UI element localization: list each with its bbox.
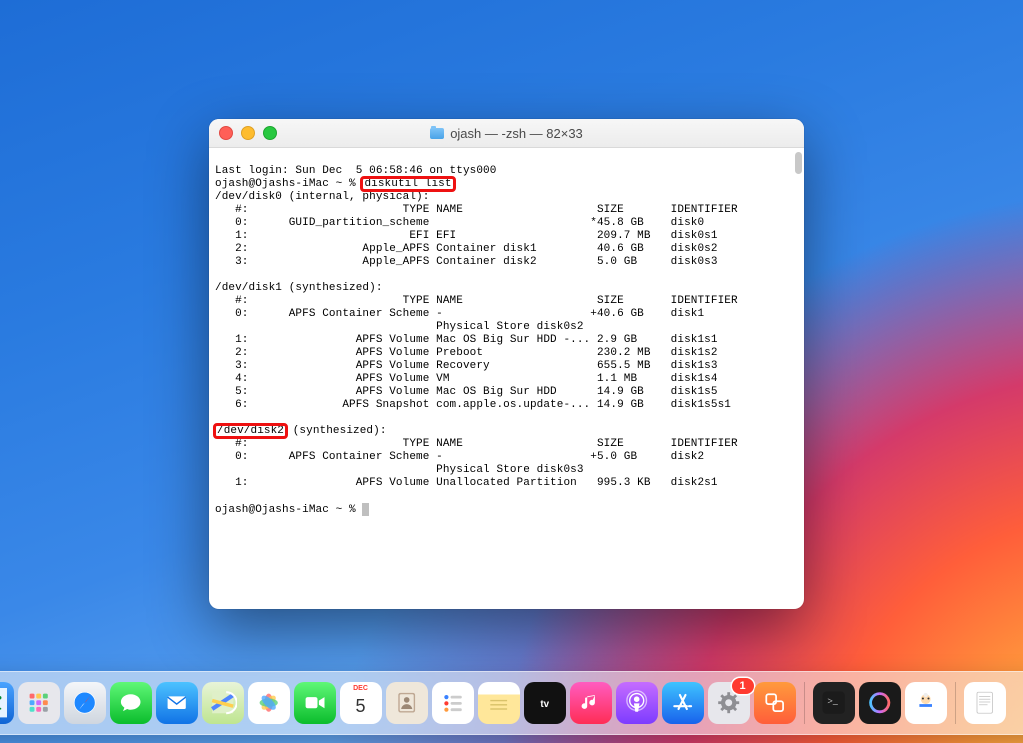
window-title-text: ojash — -zsh — 82×33 [450, 126, 583, 141]
terminal-body[interactable]: Last login: Sun Dec 5 06:58:46 on ttys00… [209, 148, 804, 609]
scrollbar-thumb[interactable] [795, 152, 802, 174]
dock-messages[interactable] [110, 682, 152, 724]
dock-music[interactable] [570, 682, 612, 724]
desktop: ojash — -zsh — 82×33 Last login: Sun Dec… [0, 0, 1023, 743]
cursor [362, 503, 369, 516]
dock-trash[interactable] [1010, 682, 1023, 724]
highlight-disk2: /dev/disk2 [215, 425, 286, 437]
prefs-badge: 1 [732, 678, 754, 694]
window-title: ojash — -zsh — 82×33 [209, 126, 804, 141]
dock-launchpad[interactable] [18, 682, 60, 724]
dock-tv[interactable]: tv [524, 682, 566, 724]
calendar-day: 5 [340, 696, 382, 717]
dock-mail[interactable] [156, 682, 198, 724]
dock-separator [804, 682, 805, 724]
dock-facetime[interactable] [294, 682, 336, 724]
highlight-command: diskutil list [362, 178, 453, 190]
dock-contacts[interactable] [386, 682, 428, 724]
dock-system-preferences[interactable]: 1 [708, 682, 750, 724]
dock-vmware[interactable] [754, 682, 796, 724]
dock-textedit-doc[interactable] [964, 682, 1006, 724]
calendar-month: DEC [340, 685, 382, 695]
dock-cleanmymac[interactable] [859, 682, 901, 724]
dock: DEC 5 tv 1 >_ [0, 671, 1023, 735]
dock-reminders[interactable] [432, 682, 474, 724]
dock-safari[interactable] [64, 682, 106, 724]
dock-podcasts[interactable] [616, 682, 658, 724]
dock-finder[interactable] [0, 682, 14, 724]
dock-photos[interactable] [248, 682, 290, 724]
dock-dr-cleaner[interactable] [905, 682, 947, 724]
dock-separator-2 [955, 682, 956, 724]
dock-terminal[interactable]: >_ [813, 682, 855, 724]
svg-text:>_: >_ [827, 696, 838, 707]
dock-app-store[interactable] [662, 682, 704, 724]
window-titlebar[interactable]: ojash — -zsh — 82×33 [209, 119, 804, 148]
dock-notes[interactable] [478, 682, 520, 724]
svg-text:tv: tv [540, 699, 549, 710]
dock-maps[interactable] [202, 682, 244, 724]
terminal-window: ojash — -zsh — 82×33 Last login: Sun Dec… [209, 119, 804, 609]
folder-icon [430, 128, 444, 139]
dock-calendar[interactable]: DEC 5 [340, 682, 382, 724]
